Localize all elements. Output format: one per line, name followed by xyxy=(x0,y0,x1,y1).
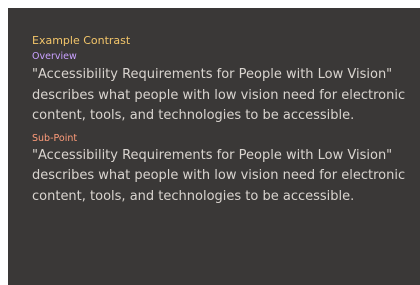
panel-title: Example Contrast xyxy=(32,34,131,47)
overview-paragraph: "Accessibility Requirements for People w… xyxy=(32,67,406,123)
contrast-example-panel: Example Contrast Overview "Accessibility… xyxy=(8,8,420,285)
sub-point-paragraph: "Accessibility Requirements for People w… xyxy=(32,147,406,204)
overview-heading: Overview xyxy=(32,51,77,62)
sub-point-heading: Sub-Point xyxy=(32,132,78,144)
